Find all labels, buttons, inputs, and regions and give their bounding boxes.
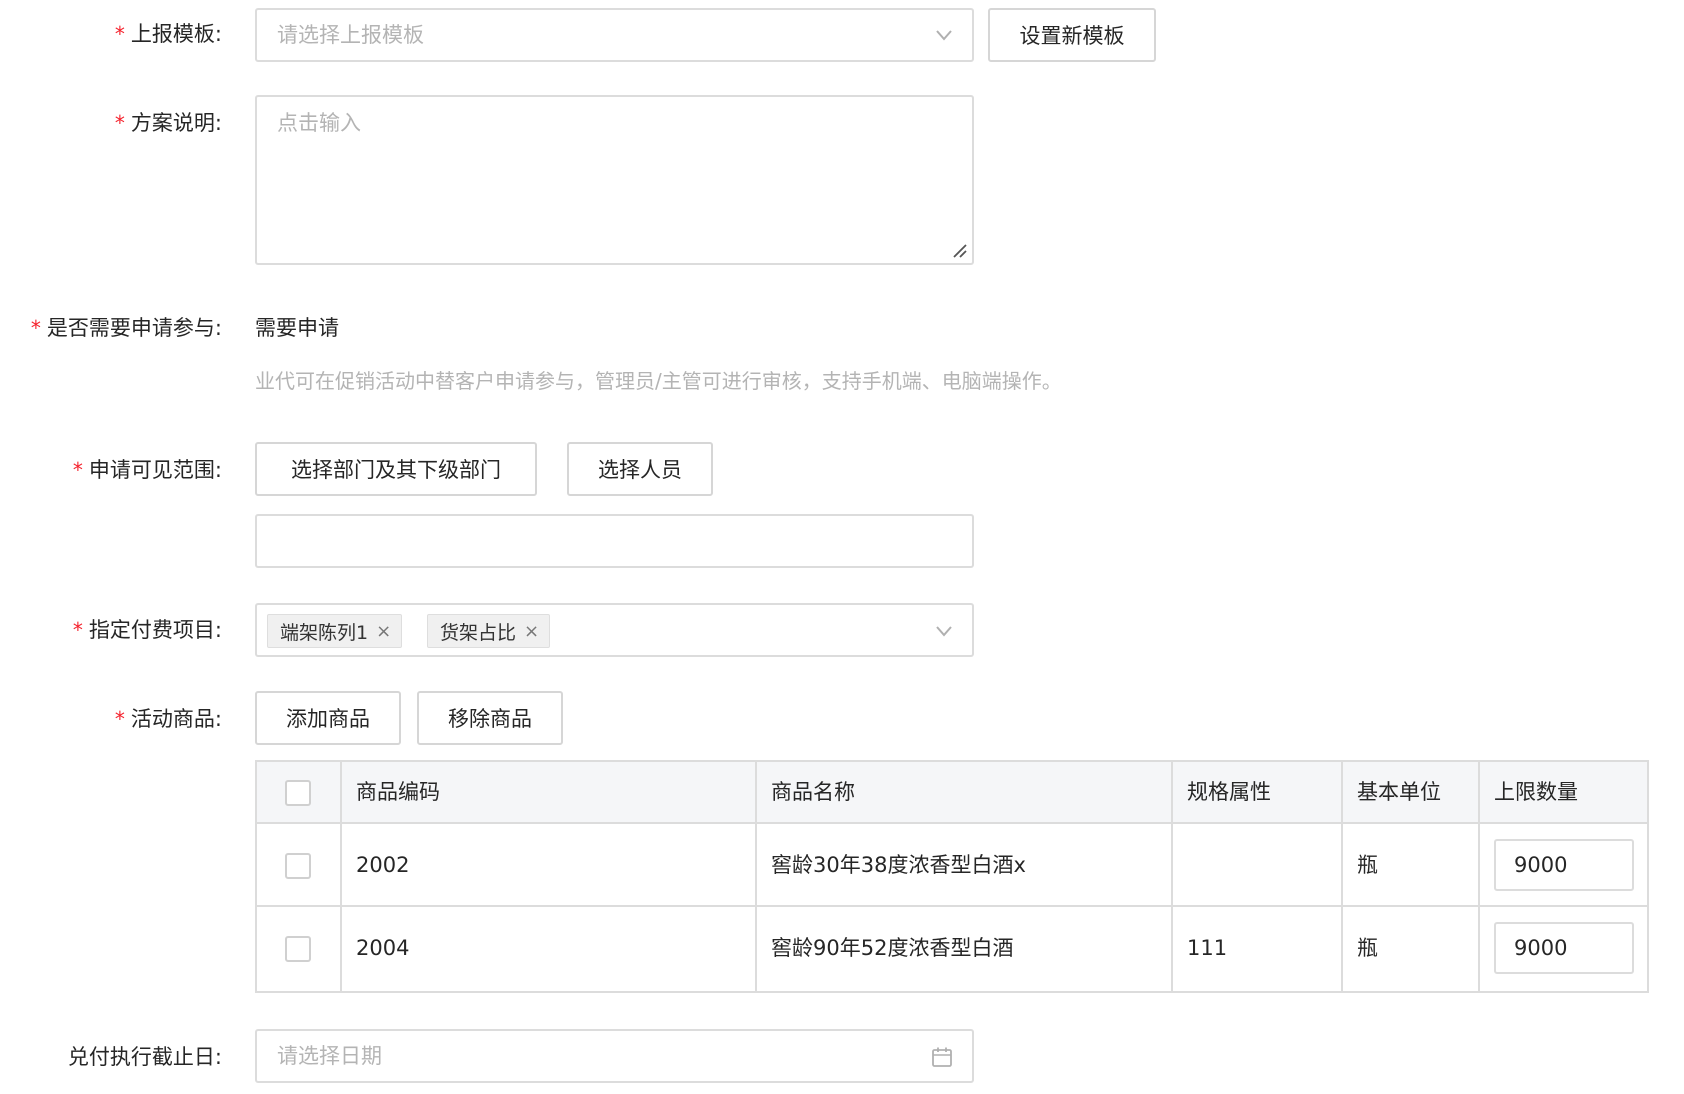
limit-quantity-input[interactable]: 9000	[1494, 922, 1634, 974]
fee-tag: 端架陈列1 ×	[267, 614, 403, 648]
close-icon[interactable]: ×	[524, 621, 539, 642]
fee-items-select[interactable]: 端架陈列1 × 货架占比 ×	[255, 603, 974, 657]
product-code: 2004	[356, 936, 410, 960]
description-label: * 方案说明:	[114, 111, 222, 135]
product-unit: 瓶	[1357, 936, 1378, 960]
visible-scope-label: * 申请可见范围:	[72, 458, 222, 482]
deadline-label: 兑付执行截止日:	[67, 1045, 222, 1069]
column-header-name: 商品名称	[771, 780, 855, 804]
column-header-limit: 上限数量	[1494, 780, 1578, 804]
product-code: 2002	[356, 853, 410, 877]
column-divider	[1478, 762, 1480, 991]
set-new-template-button[interactable]: 设置新模板	[988, 8, 1156, 62]
resize-handle-icon[interactable]	[952, 243, 968, 259]
row-checkbox[interactable]	[285, 936, 311, 962]
deadline-placeholder: 请选择日期	[277, 1044, 382, 1068]
calendar-icon	[932, 1047, 952, 1067]
column-divider	[1171, 762, 1173, 991]
limit-quantity-input[interactable]: 9000	[1494, 839, 1634, 891]
column-header-code: 商品编码	[356, 780, 440, 804]
select-department-button[interactable]: 选择部门及其下级部门	[255, 442, 537, 496]
visible-scope-selection-box[interactable]	[255, 514, 974, 568]
need-apply-label: * 是否需要申请参与:	[30, 316, 222, 340]
product-unit: 瓶	[1357, 853, 1378, 877]
deadline-date-picker[interactable]: 请选择日期	[255, 1029, 974, 1083]
select-person-button[interactable]: 选择人员	[567, 442, 713, 496]
close-icon[interactable]: ×	[376, 621, 391, 642]
product-name: 窖龄30年38度浓香型白酒x	[771, 853, 1026, 877]
product-table: 商品编码 商品名称 规格属性 基本单位 上限数量 2002 窖龄30年38度浓香…	[255, 760, 1649, 993]
fee-items-label: * 指定付费项目:	[72, 618, 222, 642]
fee-tag: 货架占比 ×	[427, 614, 551, 648]
chevron-down-icon	[936, 30, 952, 41]
template-select-placeholder: 请选择上报模板	[277, 23, 424, 47]
remove-product-button[interactable]: 移除商品	[417, 691, 563, 745]
description-textarea[interactable]: 点击输入	[255, 95, 974, 265]
product-spec: 111	[1187, 936, 1228, 960]
need-apply-hint: 业代可在促销活动中替客户申请参与，管理员/主管可进行审核，支持手机端、电脑端操作…	[255, 369, 1062, 393]
row-checkbox[interactable]	[285, 853, 311, 879]
product-name: 窖龄90年52度浓香型白酒	[771, 936, 1014, 960]
chevron-down-icon	[936, 626, 952, 637]
need-apply-value: 需要申请	[255, 316, 339, 340]
row-divider	[257, 905, 1647, 907]
column-divider	[1341, 762, 1343, 991]
column-divider	[755, 762, 757, 991]
add-product-button[interactable]: 添加商品	[255, 691, 401, 745]
column-header-unit: 基本单位	[1357, 780, 1441, 804]
column-divider	[340, 762, 342, 991]
column-header-spec: 规格属性	[1187, 780, 1271, 804]
template-select[interactable]: 请选择上报模板	[255, 8, 974, 62]
products-label: * 活动商品:	[114, 707, 222, 731]
select-all-checkbox[interactable]	[285, 780, 311, 806]
description-placeholder: 点击输入	[277, 111, 361, 135]
template-label: * 上报模板:	[114, 22, 222, 46]
